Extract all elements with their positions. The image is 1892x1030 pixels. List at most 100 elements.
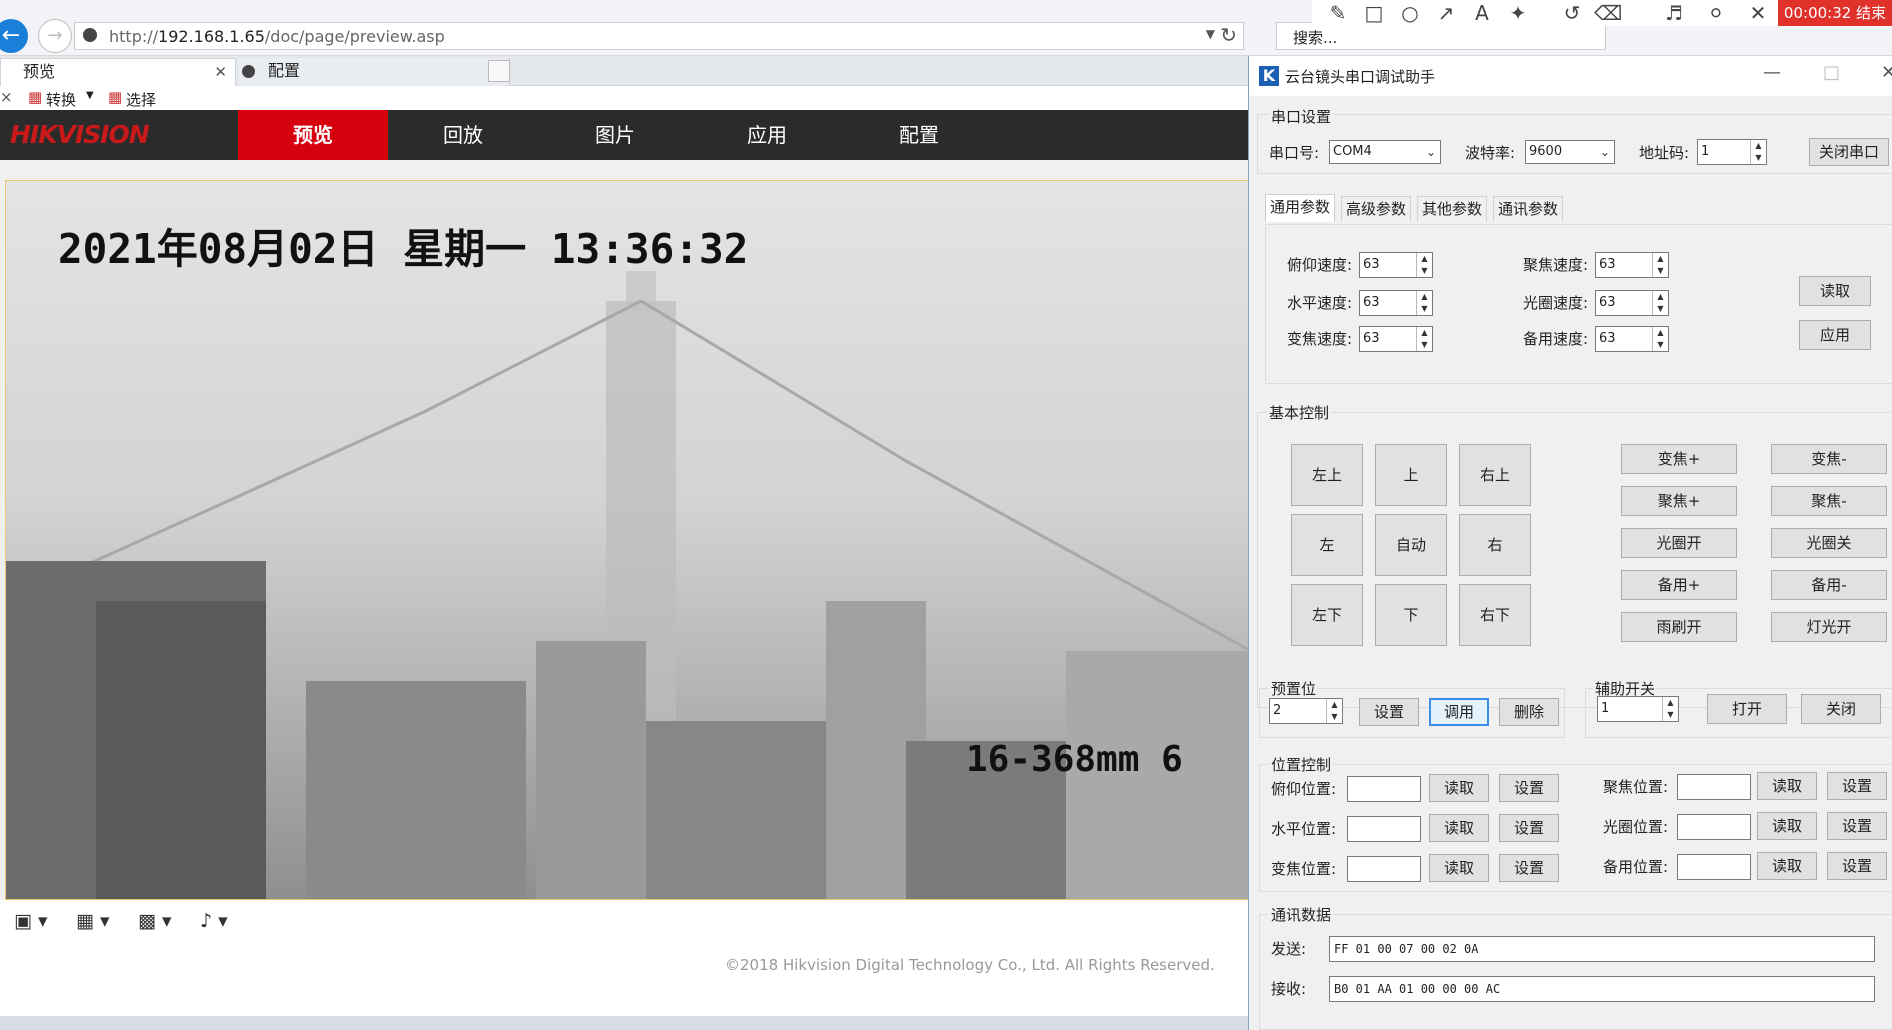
tab-preview[interactable]: 预览 ✕ [0, 58, 236, 86]
apply-speed-button[interactable]: 应用 [1799, 320, 1871, 350]
pan-read-button[interactable]: 读取 [1429, 814, 1489, 842]
chevron-down-icon[interactable]: ▼ [86, 90, 94, 101]
spare-plus-button[interactable]: 备用+ [1621, 570, 1737, 600]
ptz-left-button[interactable]: 左 [1291, 514, 1363, 576]
stepper-arrows-icon[interactable]: ▲ ▼ [1652, 291, 1668, 315]
iris-read-button[interactable]: 读取 [1757, 812, 1817, 840]
preset-delete-button[interactable]: 删除 [1499, 698, 1559, 726]
close-port-button[interactable]: 关闭串口 [1809, 138, 1889, 166]
aux-on-button[interactable]: 打开 [1707, 694, 1787, 724]
preset-set-button[interactable]: 设置 [1359, 698, 1419, 726]
light-on-button[interactable]: 灯光开 [1771, 612, 1887, 642]
preset-call-button[interactable]: 调用 [1429, 698, 1489, 726]
zoom-set-button[interactable]: 设置 [1499, 854, 1559, 882]
pan-position-field[interactable] [1347, 816, 1421, 842]
tilt-read-button[interactable]: 读取 [1429, 774, 1489, 802]
iris-set-button[interactable]: 设置 [1827, 812, 1887, 840]
tab-comm-params[interactable]: 通讯参数 [1493, 196, 1564, 222]
nav-preview[interactable]: 预览 [238, 110, 388, 160]
zoom-read-button[interactable]: 读取 [1429, 854, 1489, 882]
stepper-arrows-icon[interactable]: ▲ ▼ [1652, 253, 1668, 277]
baud-select[interactable]: 9600 ⌄ [1525, 140, 1615, 164]
spare-minus-button[interactable]: 备用- [1771, 570, 1887, 600]
spare-position-field[interactable] [1677, 854, 1751, 880]
microphone-icon[interactable]: ⚪ [1702, 0, 1730, 26]
speaker-icon[interactable]: ♬ [1660, 0, 1688, 26]
focus-read-button[interactable]: 读取 [1757, 772, 1817, 800]
ptz-down-right-button[interactable]: 右下 [1459, 584, 1531, 646]
aux-off-button[interactable]: 关闭 [1801, 694, 1881, 724]
address-stepper[interactable]: 1 ▲ ▼ [1697, 139, 1767, 165]
stepper-arrows-icon[interactable]: ▲ ▼ [1416, 291, 1432, 315]
display-mode-icon[interactable]: ▩ ▾ [138, 910, 172, 932]
trash-icon[interactable]: ⌫ [1594, 0, 1622, 26]
tab-advanced-params[interactable]: 高级参数 [1341, 196, 1412, 222]
url-dropdown-icon[interactable]: ▼ [1206, 27, 1215, 41]
tab-config[interactable]: 配置 [238, 58, 510, 86]
focus-near-button[interactable]: 聚焦+ [1621, 486, 1737, 516]
pen-icon[interactable]: ✎ [1324, 0, 1352, 26]
nav-configuration[interactable]: 配置 [844, 110, 994, 160]
iris-position-field[interactable] [1677, 814, 1751, 840]
send-data-field[interactable]: FF 01 00 07 00 02 0A [1329, 936, 1875, 962]
rectangle-icon[interactable]: □ [1360, 0, 1388, 26]
live-video-view[interactable]: 2021年08月02日 星期一 13:36:32 16-368mm 6 [5, 180, 1250, 900]
port-select[interactable]: COM4 ⌄ [1329, 140, 1441, 164]
nav-application[interactable]: 应用 [692, 110, 842, 160]
spare-read-button[interactable]: 读取 [1757, 852, 1817, 880]
pan-set-button[interactable]: 设置 [1499, 814, 1559, 842]
aux-number-stepper[interactable]: 1 ▲ ▼ [1597, 696, 1679, 722]
maximize-icon[interactable]: □ [1823, 62, 1840, 83]
ptz-up-left-button[interactable]: 左上 [1291, 444, 1363, 506]
ptz-auto-button[interactable]: 自动 [1375, 514, 1447, 576]
tilt-position-field[interactable] [1347, 776, 1421, 802]
stream-settings-icon[interactable]: ▦ ▾ [76, 910, 110, 932]
zoom-in-button[interactable]: 变焦+ [1621, 444, 1737, 474]
convert-button[interactable]: 转换 [46, 89, 76, 110]
spare-speed-stepper[interactable]: 63 ▲ ▼ [1595, 326, 1669, 352]
zoom-speed-stepper[interactable]: 63 ▲ ▼ [1359, 326, 1433, 352]
arrow-icon[interactable]: ↗ [1432, 0, 1460, 26]
window-layout-icon[interactable]: ▣ ▾ [14, 910, 48, 932]
circle-icon[interactable]: ○ [1396, 0, 1424, 26]
read-speed-button[interactable]: 读取 [1799, 276, 1871, 306]
focus-far-button[interactable]: 聚焦- [1771, 486, 1887, 516]
magic-wand-icon[interactable]: ✦ [1504, 0, 1532, 26]
ptz-down-left-button[interactable]: 左下 [1291, 584, 1363, 646]
close-icon[interactable]: ✕ [1881, 62, 1892, 83]
text-icon[interactable]: A [1468, 0, 1496, 26]
stepper-arrows-icon[interactable]: ▲ ▼ [1326, 699, 1342, 723]
focus-position-field[interactable] [1677, 774, 1751, 800]
tilt-set-button[interactable]: 设置 [1499, 774, 1559, 802]
preset-number-stepper[interactable]: 2 ▲ ▼ [1269, 698, 1343, 724]
stepper-arrows-icon[interactable]: ▲ ▼ [1662, 697, 1678, 721]
focus-speed-stepper[interactable]: 63 ▲ ▼ [1595, 252, 1669, 278]
stepper-arrows-icon[interactable]: ▲ ▼ [1416, 253, 1432, 277]
stepper-arrows-icon[interactable]: ▲ ▼ [1652, 327, 1668, 351]
iris-speed-stepper[interactable]: 63 ▲ ▼ [1595, 290, 1669, 316]
tilt-speed-stepper[interactable]: 63 ▲ ▼ [1359, 252, 1433, 278]
nav-playback[interactable]: 回放 [388, 110, 538, 160]
close-tab-icon[interactable]: ✕ [214, 59, 227, 85]
nav-picture[interactable]: 图片 [540, 110, 690, 160]
iris-close-button[interactable]: 光圈关 [1771, 528, 1887, 558]
minimize-icon[interactable]: — [1763, 62, 1781, 83]
select-button[interactable]: 选择 [126, 89, 156, 110]
ptz-down-button[interactable]: 下 [1375, 584, 1447, 646]
ptz-up-right-button[interactable]: 右上 [1459, 444, 1531, 506]
spare-set-button[interactable]: 设置 [1827, 852, 1887, 880]
focus-set-button[interactable]: 设置 [1827, 772, 1887, 800]
undo-icon[interactable]: ↺ [1558, 0, 1586, 26]
pan-speed-stepper[interactable]: 63 ▲ ▼ [1359, 290, 1433, 316]
zoom-position-field[interactable] [1347, 856, 1421, 882]
close-icon[interactable]: ✕ [1744, 0, 1772, 26]
tab-other-params[interactable]: 其他参数 [1417, 196, 1488, 222]
iris-open-button[interactable]: 光圈开 [1621, 528, 1737, 558]
url-input[interactable]: http://192.168.1.65/doc/page/preview.asp… [74, 22, 1244, 50]
close-bar-icon[interactable]: × [0, 88, 13, 106]
refresh-icon[interactable]: ↻ [1220, 23, 1237, 47]
tab-general-params[interactable]: 通用参数 [1265, 194, 1336, 222]
stepper-arrows-icon[interactable]: ▲ ▼ [1416, 327, 1432, 351]
zoom-out-button[interactable]: 变焦- [1771, 444, 1887, 474]
recording-timer-button[interactable]: 00:00:32 结束 [1778, 0, 1892, 26]
